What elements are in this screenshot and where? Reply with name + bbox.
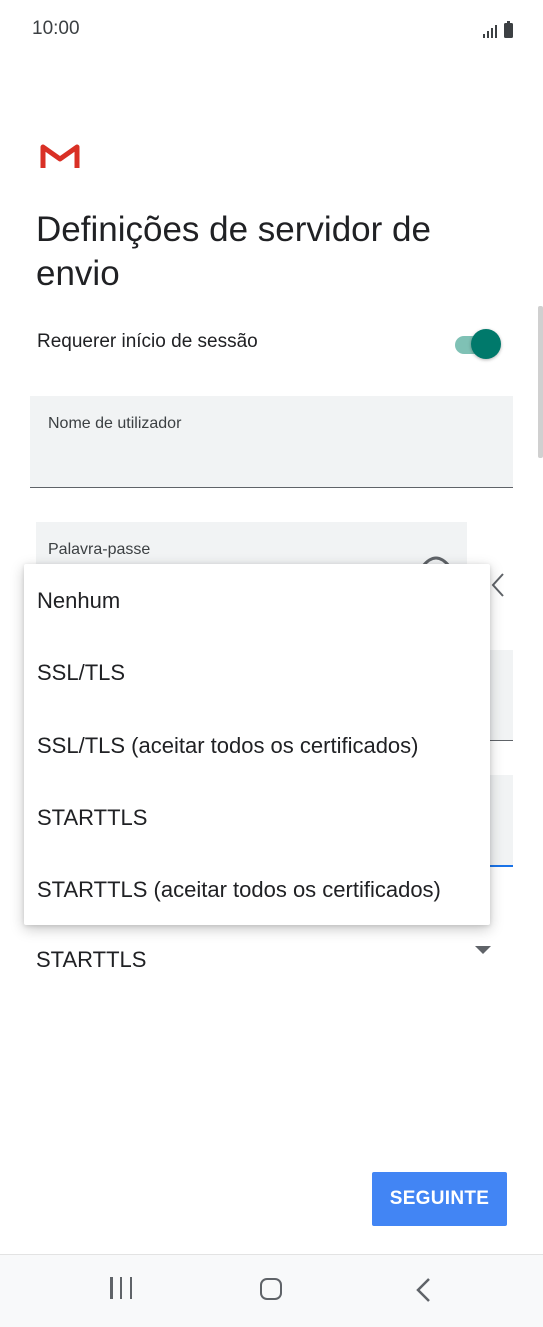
toggle-knob (471, 329, 501, 359)
menu-option-ssl-tls[interactable]: SSL/TLS (24, 636, 490, 708)
scroll-indicator (538, 306, 543, 458)
menu-option-ssl-tls-all-certs[interactable]: SSL/TLS (aceitar todos os certificados) (24, 709, 490, 781)
menu-option-label: SSL/TLS (37, 660, 126, 685)
menu-option-starttls-all-certs[interactable]: STARTTLS (aceitar todos os certificados) (24, 853, 490, 925)
dropdown-caret-icon[interactable] (475, 946, 491, 954)
status-icons (483, 18, 513, 38)
require-signin-toggle[interactable] (453, 329, 503, 359)
require-signin-label: Requerer início de sessão (37, 331, 258, 352)
recent-apps-icon[interactable] (110, 1277, 132, 1301)
menu-option-label: STARTTLS (37, 805, 148, 830)
battery-icon (504, 21, 513, 38)
next-button[interactable]: SEGUINTE (372, 1172, 507, 1226)
chevron-left-icon (491, 573, 504, 597)
security-type-select[interactable]: STARTTLS (36, 947, 146, 973)
menu-option-none[interactable]: Nenhum (24, 564, 490, 636)
username-field[interactable]: Nome de utilizador (30, 396, 513, 488)
signal-icon (483, 24, 497, 38)
menu-option-starttls[interactable]: STARTTLS (24, 781, 490, 853)
menu-option-label: Nenhum (37, 588, 121, 613)
page-title: Definições de servidor de envio (36, 210, 431, 293)
home-icon[interactable] (260, 1278, 282, 1300)
back-icon[interactable] (414, 1277, 432, 1303)
menu-option-label: STARTTLS (aceitar todos os certificados) (37, 877, 441, 902)
security-type-menu: Nenhum SSL/TLS SSL/TLS (aceitar todos os… (24, 564, 490, 925)
status-time: 10:00 (32, 18, 80, 39)
menu-option-label: SSL/TLS (aceitar todos os certificados) (37, 733, 419, 758)
gmail-icon (40, 144, 80, 168)
password-label: Palavra-passe (48, 541, 151, 558)
username-label: Nome de utilizador (48, 415, 182, 432)
